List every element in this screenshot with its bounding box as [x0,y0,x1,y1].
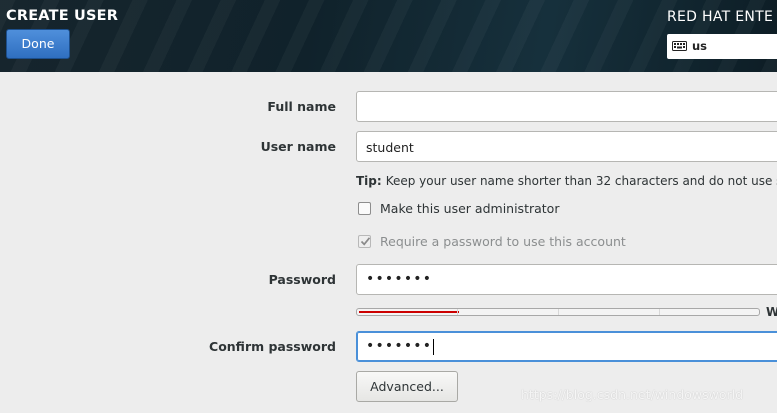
keyboard-layout-label: us [692,39,708,53]
confirm-password-input[interactable]: ••••••• [356,331,777,362]
confirm-password-label: Confirm password [209,339,336,354]
checkmark-icon [360,237,371,246]
password-input[interactable]: ••••••• [356,264,777,295]
text-cursor [433,338,435,355]
require-password-checkbox[interactable] [358,235,371,248]
strength-segment-divider [457,309,458,315]
keyboard-layout-indicator[interactable]: us [667,34,777,59]
full-name-input[interactable] [356,91,777,122]
watermark: https://blog.csdn.net/windowsworld [521,387,744,402]
confirm-password-value: ••••••• [366,338,433,354]
password-label: Password [268,272,336,287]
keyboard-icon [672,41,687,51]
tip-text: Keep your user name shorter than 32 char… [385,174,777,188]
user-name-label: User name [260,139,336,154]
require-password-label[interactable]: Require a password to use this account [380,234,626,249]
product-name: RED HAT ENTE [667,9,774,25]
page-title: CREATE USER [6,8,119,24]
password-strength-fill [359,311,459,313]
full-name-label: Full name [267,99,336,114]
strength-segment-divider [659,309,660,315]
password-strength-label: W [766,305,777,319]
user-name-tip: Tip: Keep your user name shorter than 32 … [356,174,777,188]
header-bar: CREATE USER Done RED HAT ENTE us [0,0,777,72]
admin-checkbox[interactable] [358,202,371,215]
admin-checkbox-label[interactable]: Make this user administrator [380,201,559,216]
user-name-input[interactable]: student [356,131,777,162]
strength-segment-divider [558,309,559,315]
password-value: ••••••• [366,271,433,287]
done-button[interactable]: Done [6,29,70,59]
tip-prefix: Tip: [356,174,382,188]
password-strength-bar [356,308,760,316]
advanced-button[interactable]: Advanced... [356,371,458,402]
